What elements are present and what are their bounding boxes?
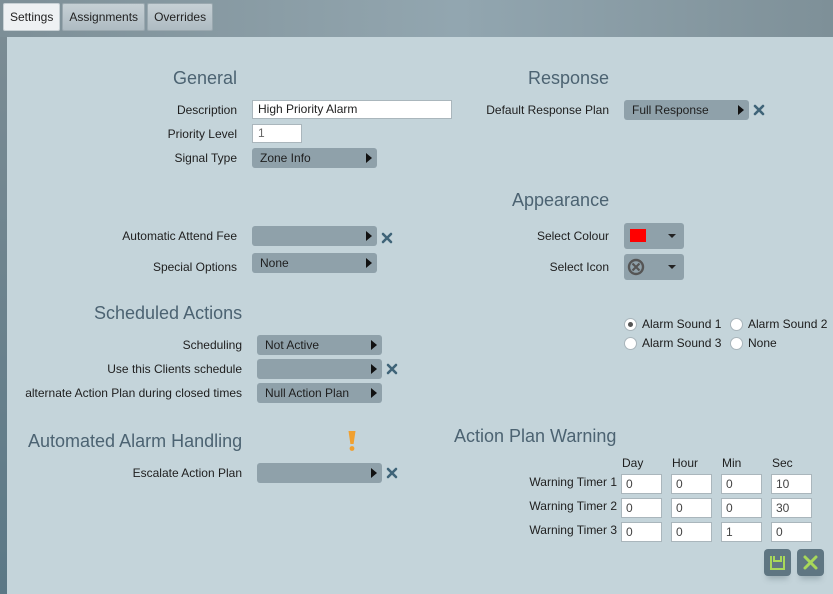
- timer-1-sec-input[interactable]: 10: [771, 474, 812, 494]
- caret-down-icon: [668, 265, 676, 269]
- appearance-heading: Appearance: [512, 190, 610, 210]
- automated-alarm-heading: Automated Alarm Handling: [28, 431, 243, 451]
- save-button[interactable]: [764, 549, 791, 576]
- alarm-sound-none-label: None: [748, 336, 777, 350]
- tab-bar: Settings Assignments Overrides: [3, 3, 214, 31]
- close-icon: [381, 232, 393, 244]
- tab-assignments[interactable]: Assignments: [62, 3, 146, 31]
- scheduling-label: Scheduling: [182, 338, 242, 352]
- default-response-plan-value: Full Response: [632, 103, 709, 117]
- special-options-label: Special Options: [152, 260, 237, 274]
- save-icon: [770, 556, 785, 570]
- escalate-plan-label: Escalate Action Plan: [132, 466, 242, 480]
- timer-1-day-input[interactable]: 0: [621, 474, 662, 494]
- close-icon: [386, 363, 398, 375]
- timer-1-min-input[interactable]: 0: [721, 474, 762, 494]
- caret-down-icon: [668, 234, 676, 238]
- alarm-sound-3-label: Alarm Sound 3: [642, 336, 722, 350]
- select-colour-label: Select Colour: [536, 229, 609, 243]
- play-arrow-icon: [371, 468, 377, 478]
- scheduled-actions-heading: Scheduled Actions: [94, 303, 243, 323]
- timer-3-hour-input[interactable]: 0: [671, 522, 712, 542]
- timer-3-day-input[interactable]: 0: [621, 522, 662, 542]
- alarm-sound-2-label: Alarm Sound 2: [748, 317, 828, 331]
- signal-type-value: Zone Info: [260, 151, 311, 165]
- action-plan-warning-heading: Action Plan Warning: [454, 426, 617, 446]
- alternate-plan-value: Null Action Plan: [265, 386, 350, 400]
- cancel-button[interactable]: [797, 549, 824, 576]
- radio-icon: [624, 317, 637, 331]
- play-arrow-icon: [738, 105, 744, 115]
- general-heading: General: [173, 68, 238, 88]
- close-icon: [803, 555, 818, 570]
- signal-type-select[interactable]: Zone Info: [252, 148, 377, 168]
- timer-3-min-input[interactable]: 1: [721, 522, 762, 542]
- column-sec: Sec: [772, 456, 793, 470]
- radio-icon: [730, 317, 743, 331]
- play-arrow-icon: [366, 258, 372, 268]
- description-label: Description: [176, 103, 237, 117]
- column-hour: Hour: [672, 456, 699, 470]
- alarm-sound-2-radio[interactable]: Alarm Sound 2: [730, 317, 827, 331]
- default-response-plan-label: Default Response Plan: [486, 103, 609, 117]
- clear-response-plan-button[interactable]: [753, 104, 765, 116]
- colour-swatch: [630, 229, 646, 242]
- response-heading: Response: [528, 68, 610, 88]
- alarm-sound-3-radio[interactable]: Alarm Sound 3: [624, 336, 721, 350]
- close-icon: [753, 104, 765, 116]
- clear-escalate-plan-button[interactable]: [386, 467, 398, 479]
- scheduling-select[interactable]: Not Active: [257, 335, 382, 355]
- alternate-plan-select[interactable]: Null Action Plan: [257, 383, 382, 403]
- timer-1-hour-input[interactable]: 0: [671, 474, 712, 494]
- alarm-sound-none-radio[interactable]: None: [730, 336, 777, 350]
- description-input[interactable]: High Priority Alarm: [252, 100, 452, 119]
- play-arrow-icon: [371, 364, 377, 374]
- column-day: Day: [622, 456, 644, 470]
- alarm-sound-1-label: Alarm Sound 1: [642, 317, 722, 331]
- radio-icon: [730, 336, 743, 350]
- priority-level-input[interactable]: 1: [252, 124, 302, 143]
- client-schedule-label: Use this Clients schedule: [107, 362, 242, 376]
- default-response-plan-select[interactable]: Full Response: [624, 100, 749, 120]
- tab-settings[interactable]: Settings: [3, 3, 61, 31]
- scheduling-value: Not Active: [265, 338, 320, 352]
- timer-2-day-input[interactable]: 0: [621, 498, 662, 518]
- clear-client-schedule-button[interactable]: [386, 363, 398, 375]
- select-icon-label: Select Icon: [549, 260, 609, 274]
- timer-2-hour-input[interactable]: 0: [671, 498, 712, 518]
- attend-fee-label: Automatic Attend Fee: [122, 229, 237, 243]
- timer-3-sec-input[interactable]: 0: [771, 522, 812, 542]
- close-icon: [386, 467, 398, 479]
- priority-level-label: Priority Level: [167, 127, 237, 141]
- panel-left-edge: [0, 37, 7, 594]
- timer-2-sec-input[interactable]: 30: [771, 498, 812, 518]
- client-schedule-select[interactable]: [257, 359, 382, 379]
- special-options-value: None: [260, 256, 289, 270]
- clear-attend-fee-button[interactable]: [381, 232, 393, 244]
- timer-2-min-input[interactable]: 0: [721, 498, 762, 518]
- play-arrow-icon: [371, 340, 377, 350]
- tab-overrides[interactable]: Overrides: [147, 3, 214, 31]
- special-options-select[interactable]: None: [252, 253, 377, 273]
- play-arrow-icon: [366, 231, 372, 241]
- alternate-plan-label: alternate Action Plan during closed time…: [25, 386, 242, 400]
- warning-timer-3-label: Warning Timer 3: [529, 523, 617, 537]
- warning-timer-2-label: Warning Timer 2: [529, 499, 617, 513]
- alarm-sound-1-radio[interactable]: Alarm Sound 1: [624, 317, 721, 331]
- play-arrow-icon: [366, 153, 372, 163]
- exclamation-icon: [348, 431, 356, 451]
- attend-fee-select[interactable]: [252, 226, 377, 246]
- escalate-plan-select[interactable]: [257, 463, 382, 483]
- circle-x-icon: [627, 258, 645, 276]
- play-arrow-icon: [371, 388, 377, 398]
- radio-icon: [624, 336, 637, 350]
- icon-dropdown[interactable]: [624, 254, 684, 280]
- signal-type-label: Signal Type: [174, 151, 238, 165]
- colour-dropdown[interactable]: [624, 223, 684, 249]
- warning-timer-1-label: Warning Timer 1: [529, 475, 617, 489]
- column-min: Min: [722, 456, 742, 470]
